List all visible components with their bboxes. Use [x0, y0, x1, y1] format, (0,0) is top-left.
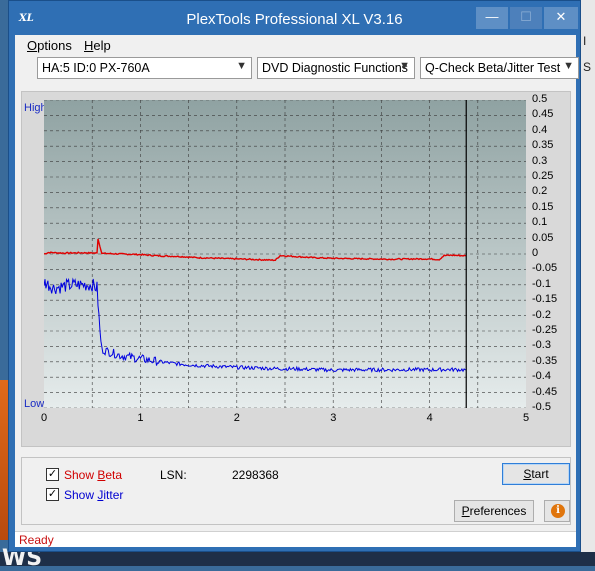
drive-select-value: HA:5 ID:0 PX-760A: [42, 61, 150, 75]
right-axis-tick-label: 0.35: [532, 139, 554, 152]
x-axis-tick-label: 4: [426, 412, 433, 424]
right-axis-tick-label: 0.1: [532, 216, 548, 229]
right-axis-tick-label: 0.25: [532, 170, 554, 182]
right-axis-tick-label: -0.05: [532, 262, 558, 275]
right-axis-tick-label: -0.5: [532, 401, 551, 413]
right-axis-tick-label: -0.3: [532, 339, 551, 352]
status-text: Ready: [19, 533, 54, 547]
toolbar: HA:5 ID:0 PX-760A ▼ DVD Diagnostic Funct…: [15, 57, 579, 83]
beta-jitter-chart: [44, 100, 526, 408]
test-select[interactable]: Q-Check Beta/Jitter Test ▼: [420, 57, 579, 79]
right-axis-tick-label: -0.4: [532, 370, 551, 383]
show-jitter-checkbox[interactable]: ✓: [46, 488, 59, 501]
drive-select[interactable]: HA:5 ID:0 PX-760A ▼: [37, 57, 252, 79]
right-axis-tick-label: 0.4: [532, 123, 548, 136]
preferences-button[interactable]: Preferences: [454, 500, 534, 522]
info-button[interactable]: i: [544, 500, 570, 522]
x-axis-tick-label: 1: [137, 412, 144, 424]
chevron-down-icon: ▼: [563, 60, 574, 72]
title-bar[interactable]: XL PlexTools Professional XL V3.16 — ☐ ✕: [9, 1, 580, 37]
maximize-button[interactable]: ☐: [510, 7, 542, 29]
chevron-down-icon: ▼: [236, 60, 247, 72]
desktop-right-edge: I S: [581, 0, 595, 566]
function-select-value: DVD Diagnostic Functions: [262, 61, 408, 75]
right-axis-tick-label: 0.5: [532, 93, 548, 105]
window-client: Options Help HA:5 ID:0 PX-760A ▼ DVD Dia…: [15, 35, 579, 547]
right-axis-tick-label: 0.45: [532, 108, 554, 121]
desktop-edge-glyph: I: [583, 34, 587, 48]
lsn-value: 2298368: [232, 468, 279, 482]
options-panel: ✓ Show Beta ✓ Show Jitter LSN: 2298368 S…: [21, 457, 571, 525]
show-beta-checkbox[interactable]: ✓: [46, 468, 59, 481]
show-jitter-label[interactable]: Show Jitter: [64, 488, 123, 502]
right-axis-tick-label: -0.2: [532, 308, 551, 321]
close-button[interactable]: ✕: [544, 7, 578, 29]
right-axis-tick-label: -0.35: [532, 354, 558, 367]
x-axis-tick-label: 3: [330, 412, 337, 424]
desktop-edge-glyph: S: [583, 60, 592, 74]
chart-panel: High Low 0.5 0.45 0.4 0.35 0.3 0.25 0.2 0.15 0.1…: [21, 91, 571, 447]
chevron-down-icon: ▼: [399, 60, 410, 72]
show-beta-label[interactable]: Show Beta: [64, 468, 122, 482]
right-axis-tick-label: 0.2: [532, 185, 548, 198]
info-icon: i: [551, 504, 565, 518]
right-axis-tick-label: 0.3: [532, 154, 548, 167]
right-axis-tick-label: -0.45: [532, 385, 558, 398]
y-axis-low-label: Low: [24, 398, 45, 410]
test-select-value: Q-Check Beta/Jitter Test: [425, 61, 561, 75]
menu-options[interactable]: Options: [27, 38, 72, 53]
status-bar: Ready: [15, 531, 576, 547]
right-axis-tick-label: 0.15: [532, 200, 554, 213]
right-axis-tick-label: 0.05: [532, 231, 554, 244]
right-axis-tick-label: 0: [532, 247, 539, 259]
right-axis-tick-label: -0.1: [532, 277, 551, 290]
menu-help[interactable]: Help: [84, 38, 111, 53]
x-axis-tick-label: 5: [523, 412, 530, 424]
function-select[interactable]: DVD Diagnostic Functions ▼: [257, 57, 415, 79]
x-axis-tick-label: 2: [233, 412, 240, 424]
start-button[interactable]: Start: [502, 463, 570, 485]
menu-bar: Options Help: [15, 35, 576, 55]
lsn-label: LSN:: [160, 468, 187, 482]
right-axis-tick-label: -0.15: [532, 293, 558, 306]
app-window: XL PlexTools Professional XL V3.16 — ☐ ✕…: [8, 0, 581, 552]
right-axis-tick-label: -0.25: [532, 324, 558, 336]
minimize-button[interactable]: —: [476, 7, 508, 29]
desktop-taskbar-area: WS: [0, 546, 595, 571]
x-axis-tick-label: 0: [41, 412, 48, 424]
